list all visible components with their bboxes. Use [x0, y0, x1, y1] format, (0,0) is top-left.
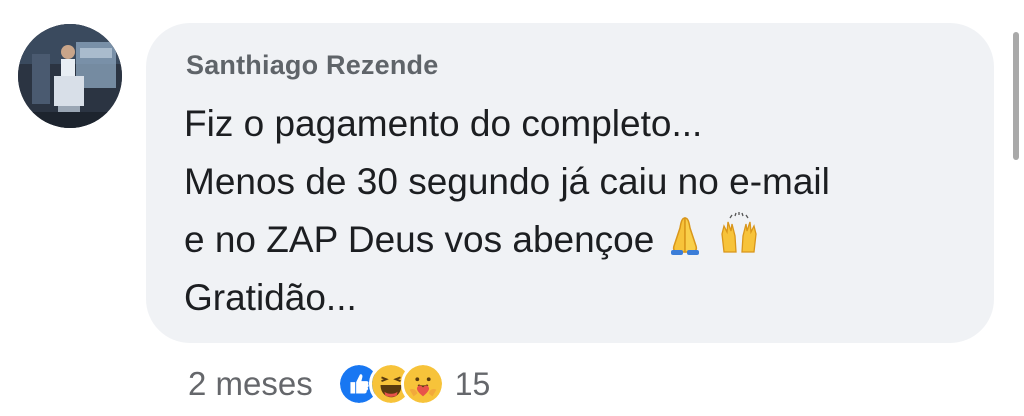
comment-line-1: Fiz o pagamento do completo...	[184, 103, 703, 144]
reaction-count[interactable]: 15	[455, 366, 491, 403]
folded-hands-icon	[662, 212, 708, 258]
comment-text: Fiz o pagamento do completo... Menos de …	[184, 95, 974, 327]
care-icon	[400, 362, 445, 406]
comment-thread: Santhiago Rezende Fiz o pagamento do com…	[0, 0, 1024, 416]
comment-line-2: Menos de 30 segundo já caiu no e-mail	[184, 161, 830, 202]
reactions-summary[interactable]	[336, 362, 445, 406]
avatar-photo	[18, 24, 122, 128]
scrollbar-thumb[interactable]	[1013, 32, 1019, 160]
scrollbar[interactable]	[1008, 0, 1024, 416]
comment-line-4: Gratidão...	[184, 277, 357, 318]
comment-line-3-text: e no ZAP Deus vos abençoe	[184, 219, 655, 260]
comment-meta: 2 meses 15	[188, 360, 490, 408]
comment-bubble: Santhiago Rezende Fiz o pagamento do com…	[146, 23, 994, 343]
raising-hands-icon	[716, 212, 762, 258]
avatar[interactable]	[18, 24, 122, 128]
timestamp-link[interactable]: 2 meses	[188, 365, 313, 403]
comment-line-3: e no ZAP Deus vos abençoe	[184, 211, 974, 269]
author-name[interactable]: Santhiago Rezende	[186, 50, 438, 81]
